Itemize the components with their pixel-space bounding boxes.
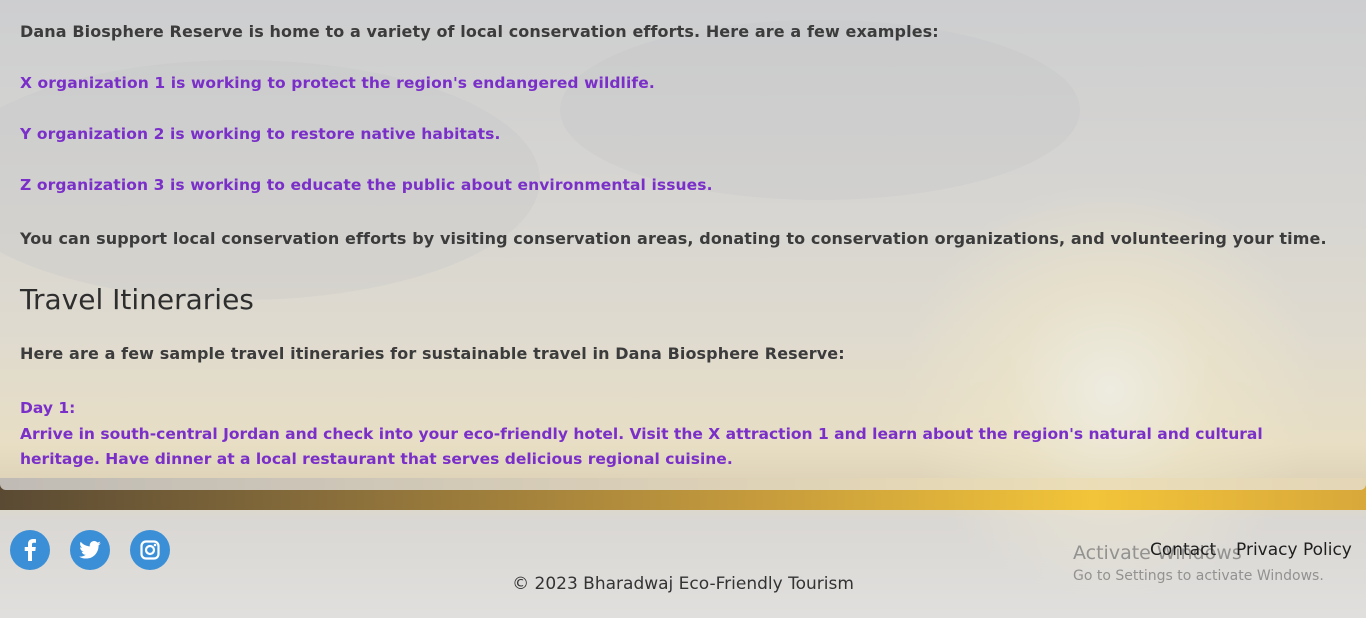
contact-link[interactable]: Contact [1150, 540, 1216, 560]
itineraries-intro: Here are a few sample travel itineraries… [20, 344, 845, 363]
conservation-example: Y organization 2 is working to restore n… [20, 125, 501, 143]
conservation-intro: Dana Biosphere Reserve is home to a vari… [20, 22, 939, 41]
windows-activation-subtitle: Go to Settings to activate Windows. [1073, 568, 1324, 584]
conservation-example: X organization 1 is working to protect t… [20, 74, 655, 92]
facebook-link[interactable] [10, 530, 50, 570]
facebook-icon [23, 539, 37, 561]
section-heading-travel-itineraries: Travel Itineraries [20, 283, 254, 316]
instagram-link[interactable] [130, 530, 170, 570]
itinerary-day-label: Day 1: [20, 399, 76, 417]
twitter-link[interactable] [70, 530, 110, 570]
footer: © 2023 Bharadwaj Eco-Friendly Tourism Ac… [0, 510, 1366, 618]
conservation-support-text: You can support local conservation effor… [20, 229, 1327, 248]
conservation-example: Z organization 3 is working to educate t… [20, 176, 713, 194]
privacy-policy-link[interactable]: Privacy Policy [1236, 540, 1352, 560]
twitter-icon [79, 541, 101, 559]
itinerary-day-text: Arrive in south-central Jordan and check… [20, 424, 1263, 469]
itinerary-day: Day 1: Arrive in south-central Jordan an… [20, 396, 1330, 473]
content-panel: Dana Biosphere Reserve is home to a vari… [0, 0, 1366, 490]
instagram-icon [140, 540, 160, 560]
